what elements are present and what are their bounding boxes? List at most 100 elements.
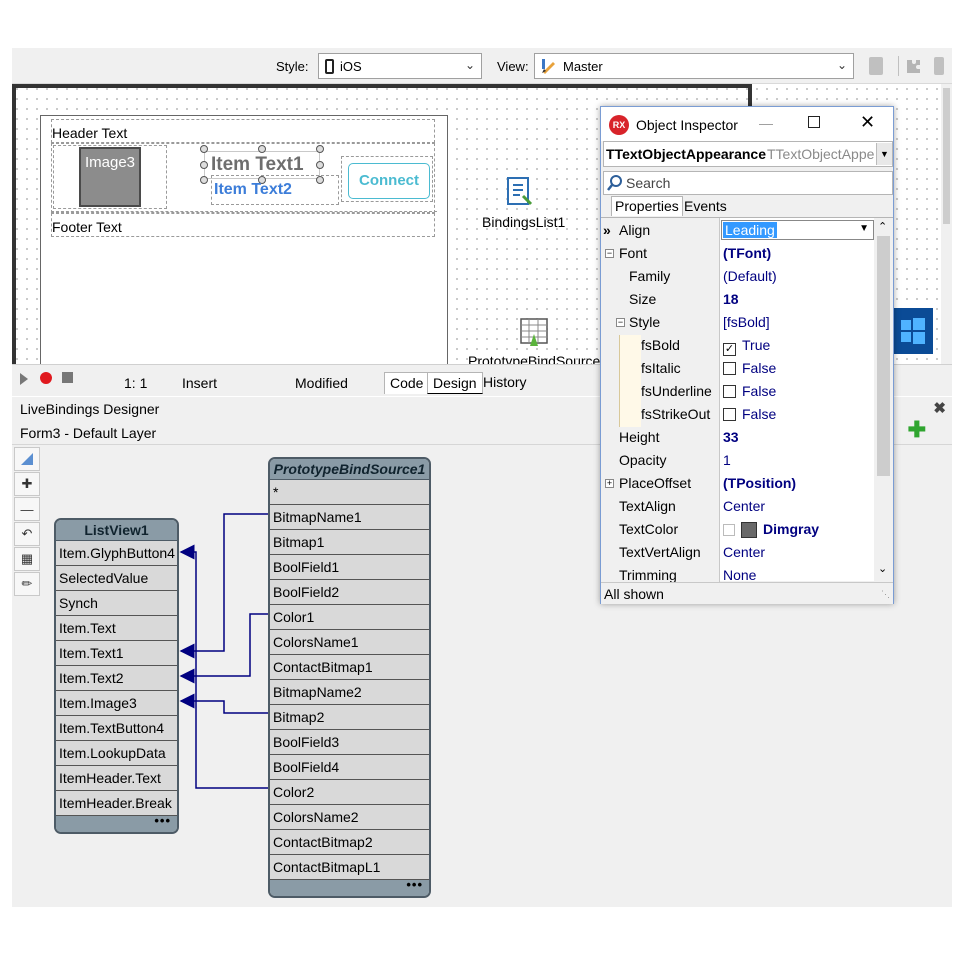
checked-checkbox-icon[interactable]: ✓ — [723, 343, 736, 356]
checkbox-value[interactable]: ✓ True — [723, 337, 770, 356]
checkbox-icon[interactable] — [723, 385, 736, 398]
listview1-entity[interactable]: ListView1 Item.GlyphButton4 SelectedValu… — [54, 518, 179, 834]
property-value[interactable]: Center — [723, 544, 765, 560]
chevron-down-icon[interactable]: ▼ — [859, 223, 869, 234]
property-row-size[interactable]: Size 18 — [601, 289, 873, 311]
chevron-down-icon[interactable]: ▼ — [876, 143, 892, 165]
collapse-icon[interactable]: − — [616, 318, 625, 327]
search-input[interactable]: Search — [626, 175, 670, 191]
resize-grip-icon[interactable]: ⋱ — [881, 589, 890, 600]
binding-link — [179, 513, 270, 659]
property-value[interactable]: Center — [723, 498, 765, 514]
listview-member[interactable]: SelectedValue — [56, 566, 177, 591]
scroll-down-icon[interactable]: ⌄ — [878, 562, 887, 575]
property-value[interactable]: (TFont) — [723, 245, 771, 261]
property-name: Height — [619, 429, 660, 445]
source-title[interactable]: PrototypeBindSource1 — [270, 459, 429, 480]
property-row-fsbold[interactable]: fsBold ✓ True — [601, 335, 873, 357]
source-member[interactable]: BoolField4 — [270, 755, 429, 780]
listview-member[interactable]: Synch — [56, 591, 177, 616]
collapse-icon[interactable]: − — [605, 249, 614, 258]
property-row-fsunderline[interactable]: fsUnderline False — [601, 381, 873, 403]
property-row-height[interactable]: Height 33 — [601, 427, 873, 449]
tab-properties[interactable]: Properties — [611, 196, 683, 216]
property-value[interactable]: (Default) — [723, 268, 777, 284]
maximize-icon[interactable] — [808, 116, 820, 128]
minimize-icon[interactable]: — — [759, 115, 773, 131]
property-name: TextVertAlign — [619, 544, 701, 560]
property-row-fsitalic[interactable]: fsItalic False — [601, 358, 873, 380]
listview1-title[interactable]: ListView1 — [56, 520, 177, 541]
property-name: fsStrikeOut — [641, 406, 711, 422]
property-row-font[interactable]: − Font (TFont) — [601, 243, 873, 265]
tab-events[interactable]: Events — [681, 197, 730, 216]
property-row-opacity[interactable]: Opacity 1 — [601, 450, 873, 472]
search-box[interactable]: Search — [603, 171, 893, 195]
source-member[interactable]: ColorsName2 — [270, 805, 429, 830]
property-row-family[interactable]: Family (Default) — [601, 266, 873, 288]
listview-member[interactable]: Item.Text — [56, 616, 177, 641]
inspector-titlebar[interactable]: RX Object Inspector — ✕ — [601, 107, 893, 141]
listview-member[interactable]: Item.LookupData — [56, 741, 177, 766]
source-member[interactable]: Bitmap1 — [270, 530, 429, 555]
source-member[interactable]: Bitmap2 — [270, 705, 429, 730]
listview-member[interactable]: Item.Text2 — [56, 666, 177, 691]
listview-member[interactable]: Item.Text1 — [56, 641, 177, 666]
source-member[interactable]: Color1 — [270, 605, 429, 630]
source-member[interactable]: BoolField3 — [270, 730, 429, 755]
property-row-align[interactable]: » Align Leading ▼ — [601, 220, 874, 242]
color-swatch[interactable] — [741, 522, 757, 538]
source-member[interactable]: BoolField1 — [270, 555, 429, 580]
property-row-textcolor[interactable]: TextColor Dimgray — [601, 519, 873, 541]
property-row-textalign[interactable]: TextAlign Center — [601, 496, 873, 518]
listview-member[interactable]: ItemHeader.Text — [56, 766, 177, 791]
color-picker-icon[interactable] — [723, 524, 735, 536]
expand-icon[interactable]: + — [605, 479, 614, 488]
property-row-placeoffset[interactable]: + PlaceOffset (TPosition) — [601, 473, 873, 495]
scrollbar-thumb[interactable] — [877, 236, 890, 476]
source-member[interactable]: BitmapName2 — [270, 680, 429, 705]
property-name: Style — [629, 314, 661, 330]
property-row-fsstrikeout[interactable]: fsStrikeOut False — [601, 404, 873, 426]
source-member[interactable]: BoolField2 — [270, 580, 429, 605]
source-member[interactable]: ContactBitmap1 — [270, 655, 429, 680]
checkbox-value[interactable]: False — [723, 406, 776, 422]
source-member[interactable]: ColorsName1 — [270, 630, 429, 655]
object-inspector-window[interactable]: RX Object Inspector — ✕ TTextObjectAppea… — [600, 106, 894, 604]
object-selector[interactable]: TTextObjectAppearance TTextObjectAppea ▼ — [603, 141, 893, 167]
filter-status: All shown — [604, 586, 664, 602]
source-member[interactable]: Color2 — [270, 780, 429, 805]
source-more-button[interactable]: ••• — [270, 878, 429, 896]
property-row-textvertalign[interactable]: TextVertAlign Center — [601, 542, 873, 564]
checkbox-value[interactable]: False — [723, 360, 776, 376]
inspector-status-bar: All shown ⋱ — [601, 582, 893, 604]
close-icon[interactable]: ✕ — [860, 112, 875, 133]
property-value[interactable]: [fsBold] — [723, 314, 770, 330]
object-name: TTextObjectAppearance — [606, 146, 767, 162]
checkbox-icon[interactable] — [723, 362, 736, 375]
property-grid-scrollbar[interactable]: ⌃ ⌄ — [874, 218, 893, 582]
checkbox-value[interactable]: False — [723, 383, 776, 399]
property-value[interactable]: 33 — [723, 429, 739, 445]
prototype-bind-source-entity[interactable]: PrototypeBindSource1 * BitmapName1 Bitma… — [268, 457, 431, 898]
source-member[interactable]: * — [270, 480, 429, 505]
checkbox-icon[interactable] — [723, 408, 736, 421]
property-grid[interactable]: ⌃ ⌄ » Align Leading ▼ − Font (TFont) Fam… — [601, 217, 893, 582]
source-member[interactable]: ContactBitmapL1 — [270, 855, 429, 880]
listview-more-button[interactable]: ••• — [56, 814, 177, 832]
property-row-style[interactable]: − Style [fsBold] — [601, 312, 873, 334]
listview-member[interactable]: Item.Image3 — [56, 691, 177, 716]
property-value[interactable]: 1 — [723, 452, 731, 468]
listview-member[interactable]: Item.TextButton4 — [56, 716, 177, 741]
property-value[interactable]: None — [723, 567, 756, 582]
property-value: False — [742, 360, 777, 376]
property-value[interactable]: (TPosition) — [723, 475, 796, 491]
property-value[interactable]: 18 — [723, 291, 739, 307]
source-member[interactable]: ContactBitmap2 — [270, 830, 429, 855]
listview-member[interactable]: Item.GlyphButton4 — [56, 541, 177, 566]
property-value[interactable]: Dimgray — [763, 521, 819, 537]
property-row-trimming[interactable]: Trimming None — [601, 565, 873, 582]
scroll-up-icon[interactable]: ⌃ — [878, 220, 887, 233]
align-select[interactable]: Leading ▼ — [721, 220, 874, 240]
source-member[interactable]: BitmapName1 — [270, 505, 429, 530]
